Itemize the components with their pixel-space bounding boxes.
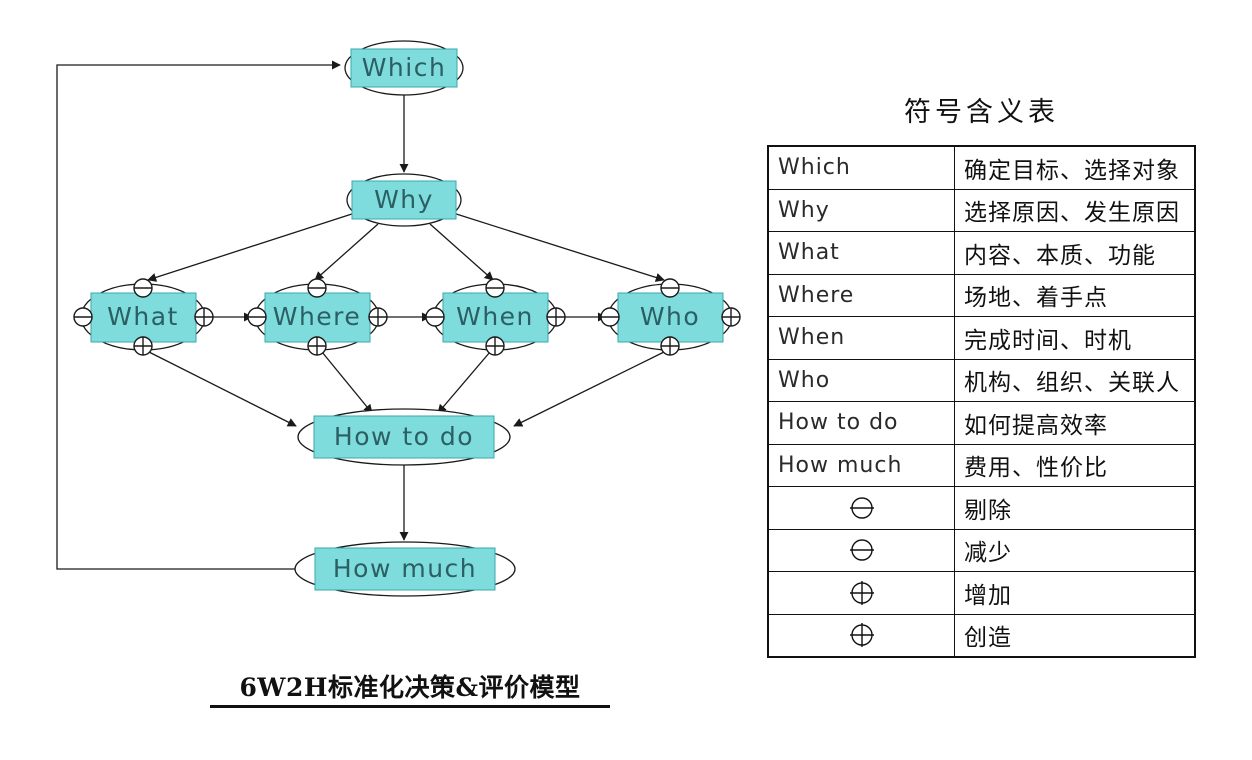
legend-row: How much 费用、性价比 — [767, 443, 1196, 487]
legend-term-cell: Where — [767, 273, 955, 317]
marker-where-bottom-plus — [307, 336, 327, 356]
legend-meaning-cell: 场地、着手点 — [954, 273, 1196, 317]
edge-where-to-howtodo — [321, 351, 373, 414]
marker-where-right-plus — [368, 307, 388, 327]
marker-what-top-minus — [133, 278, 153, 298]
node-how-much-label: How much — [333, 554, 477, 583]
legend-symbol-cell — [767, 571, 955, 615]
marker-when-bottom-plus — [485, 336, 505, 356]
legend-row: What 内容、本质、功能 — [767, 231, 1196, 275]
edge-when-to-howtodo — [437, 351, 491, 414]
marker-what-left-minus — [73, 307, 93, 327]
node-how-to-do-label: How to do — [334, 422, 474, 451]
node-how-to-do[interactable]: How to do — [297, 408, 511, 466]
minus-circle-icon — [849, 539, 874, 561]
legend-meaning-cell: 减少 — [954, 528, 1196, 572]
marker-who-top-minus — [660, 278, 680, 298]
legend-row: Which 确定目标、选择对象 — [767, 145, 1196, 190]
plus-circle-icon — [849, 580, 874, 605]
legend-symbol-cell — [767, 486, 955, 530]
legend-term-cell: When — [767, 316, 955, 360]
legend-meaning-cell: 增加 — [954, 571, 1196, 615]
caption-underline — [210, 705, 610, 708]
node-what-label: What — [107, 302, 179, 331]
node-what[interactable]: What — [73, 278, 214, 356]
legend-row: Who 机构、组织、关联人 — [767, 358, 1196, 402]
legend-meaning-cell: 创造 — [954, 613, 1196, 658]
legend-table-body: Which 确定目标、选择对象 Why 选择原因、发生原因 What 内容、本质、功能 Wh… — [767, 145, 1196, 658]
edge-why-to-where — [314, 223, 379, 281]
marker-what-bottom-plus — [133, 336, 153, 356]
node-who-label: Who — [640, 302, 700, 331]
legend-term-cell: Who — [767, 358, 955, 402]
node-where[interactable]: Where — [247, 278, 388, 356]
marker-who-right-plus — [721, 307, 741, 327]
legend-meaning-cell: 完成时间、时机 — [954, 316, 1196, 360]
legend-title: 符号含义表 — [904, 97, 1059, 128]
legend-row: 创造 — [767, 613, 1196, 658]
legend-meaning-cell: 内容、本质、功能 — [954, 231, 1196, 275]
node-when[interactable]: When — [425, 278, 566, 356]
marker-what-right-plus — [194, 307, 214, 327]
plus-circle-icon — [849, 623, 874, 648]
legend-symbol-cell — [767, 613, 955, 658]
legend-meaning-cell: 机构、组织、关联人 — [954, 358, 1196, 402]
marker-who-left-minus — [600, 307, 620, 327]
flow-diagram: Which Why What Where When Who How to do … — [56, 40, 741, 597]
node-who[interactable]: Who — [600, 278, 741, 356]
legend-meaning-cell: 剔除 — [954, 486, 1196, 530]
legend-row: 剔除 — [767, 486, 1196, 530]
legend-row: When 完成时间、时机 — [767, 316, 1196, 360]
node-why[interactable]: Why — [346, 173, 462, 227]
legend-row: Where 场地、着手点 — [767, 273, 1196, 317]
node-how-much[interactable]: How much — [294, 541, 516, 597]
marker-when-left-minus — [425, 307, 445, 327]
legend-row: How to do 如何提高效率 — [767, 401, 1196, 445]
legend-term-cell: How to do — [767, 401, 955, 445]
edge-who-to-howtodo — [513, 351, 665, 427]
marker-where-top-minus — [307, 278, 327, 298]
legend-meaning-cell: 如何提高效率 — [954, 401, 1196, 445]
marker-who-bottom-plus — [660, 336, 680, 356]
edge-why-to-when — [429, 223, 494, 281]
marker-when-top-minus — [485, 278, 505, 298]
diagram-caption: 6W2H标准化决策&评价模型 — [239, 673, 581, 702]
legend-term-cell: What — [767, 231, 955, 275]
node-why-label: Why — [374, 185, 434, 214]
node-which-label: Which — [362, 53, 447, 82]
node-which[interactable]: Which — [344, 40, 464, 96]
diagram-page: { "colors": { "node_fill": "#7fdcdc", "n… — [0, 0, 1252, 760]
legend-meaning-cell: 费用、性价比 — [954, 443, 1196, 487]
legend-term-cell: Why — [767, 188, 955, 232]
legend-term-cell: Which — [767, 145, 955, 190]
legend-symbol-cell — [767, 528, 955, 572]
node-when-label: When — [456, 302, 534, 331]
minus-circle-icon — [849, 497, 874, 519]
marker-when-right-plus — [546, 307, 566, 327]
legend-table: Which 确定目标、选择对象 Why 选择原因、发生原因 What 内容、本质、功能 Wh… — [767, 145, 1196, 658]
legend-term-cell: How much — [767, 443, 955, 487]
node-where-label: Where — [273, 302, 362, 331]
legend-row: 减少 — [767, 528, 1196, 572]
edge-what-to-howtodo — [148, 351, 297, 427]
legend-meaning-cell: 选择原因、发生原因 — [954, 188, 1196, 232]
legend-meaning-cell: 确定目标、选择对象 — [954, 145, 1196, 190]
legend-row: 增加 — [767, 571, 1196, 615]
legend-row: Why 选择原因、发生原因 — [767, 188, 1196, 232]
marker-where-left-minus — [247, 307, 267, 327]
